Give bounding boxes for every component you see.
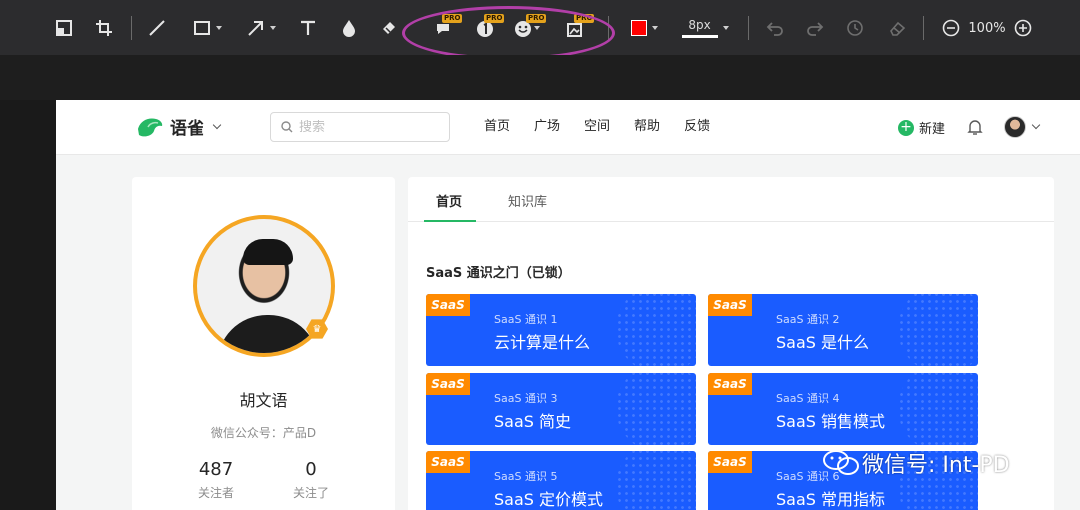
followers-stat[interactable]: 487 关注者 — [176, 459, 256, 501]
pro-tools-highlight-annotation — [402, 6, 615, 60]
chevron-down-icon — [651, 26, 658, 30]
search-box[interactable] — [270, 112, 450, 142]
wechat-icon — [823, 450, 859, 475]
profile-card: ♛ 胡文语 微信公众号：产品D 487 关注者 0 关注了 — [132, 177, 395, 510]
blur-drop-icon[interactable] — [338, 12, 360, 44]
redo-icon[interactable] — [804, 12, 826, 44]
nav-home[interactable]: 首页 — [484, 118, 510, 136]
new-button-label: 新建 — [919, 122, 946, 137]
chevron-down-icon[interactable] — [212, 120, 222, 129]
course-subtitle: SaaS 通识 2 — [776, 313, 840, 326]
zoom-in-icon[interactable] — [1014, 19, 1032, 37]
avatar-hair — [243, 239, 293, 265]
select-area-icon[interactable] — [52, 12, 76, 44]
section-title: SaaS 通识之门（已锁） — [426, 266, 571, 281]
following-stat[interactable]: 0 关注了 — [271, 459, 351, 501]
course-subtitle: SaaS 通识 4 — [776, 392, 840, 405]
search-icon — [281, 121, 293, 133]
text-tool-icon[interactable] — [297, 12, 319, 44]
crop-icon[interactable] — [92, 12, 116, 44]
course-card[interactable]: SaaS SaaS 通识 5 SaaS 定价模式 — [426, 451, 696, 510]
pen-size-preview — [681, 35, 718, 38]
undo-icon[interactable] — [764, 12, 786, 44]
notification-bell-icon[interactable] — [967, 118, 983, 140]
active-tab-indicator — [424, 220, 476, 222]
zoom-out-icon[interactable] — [942, 19, 960, 37]
course-card[interactable]: SaaS SaaS 通识 2 SaaS 是什么 — [708, 294, 978, 366]
highlighter-icon[interactable] — [378, 12, 400, 44]
course-title: SaaS 销售模式 — [776, 412, 886, 431]
user-avatar[interactable] — [1004, 116, 1026, 138]
nav-plaza[interactable]: 广场 — [534, 118, 560, 136]
main-nav: 首页 广场 空间 帮助 反馈 — [484, 118, 734, 136]
search-input[interactable] — [299, 119, 429, 135]
chevron-down-icon — [215, 26, 222, 30]
course-title: 云计算是什么 — [494, 333, 591, 352]
course-subtitle: SaaS 通识 5 — [494, 470, 558, 483]
followers-label: 关注者 — [197, 486, 234, 500]
nav-help[interactable]: 帮助 — [634, 118, 660, 136]
course-card[interactable]: SaaS SaaS 通识 4 SaaS 销售模式 — [708, 373, 978, 445]
following-count: 0 — [305, 459, 317, 480]
course-card[interactable]: SaaS SaaS 通识 1 云计算是什么 — [426, 294, 696, 366]
zoom-level: 100% — [968, 20, 1006, 36]
color-swatch — [630, 20, 647, 36]
color-picker[interactable] — [626, 12, 662, 44]
chevron-down-icon — [722, 26, 729, 30]
following-label: 关注了 — [292, 486, 329, 500]
saas-badge: SaaS — [426, 294, 470, 316]
followers-count: 487 — [198, 459, 234, 480]
new-button[interactable]: + 新建 — [898, 118, 945, 137]
course-subtitle: SaaS 通识 3 — [494, 392, 558, 405]
toolbar-divider — [131, 16, 132, 40]
avatar-shirt — [217, 315, 319, 353]
toolbar-divider — [923, 16, 924, 40]
nav-space[interactable]: 空间 — [584, 118, 610, 136]
saas-badge: SaaS — [426, 451, 470, 473]
canvas-background — [0, 55, 1080, 100]
arrow-tool-icon[interactable] — [242, 12, 280, 44]
zoom-control: 100% — [938, 12, 1036, 44]
saas-badge: SaaS — [426, 373, 470, 395]
watermark-text: 微信号: Int-PD — [862, 453, 1010, 478]
course-card[interactable]: SaaS SaaS 通识 3 SaaS 简史 — [426, 373, 696, 445]
pen-size-value: 8px — [688, 18, 711, 32]
course-title: SaaS 定价模式 — [494, 490, 604, 509]
course-title: SaaS 常用指标 — [776, 490, 886, 509]
yuque-bird-icon — [138, 117, 163, 136]
profile-name: 胡文语 — [239, 391, 288, 410]
toolbar-divider — [748, 16, 749, 40]
line-tool-icon[interactable] — [146, 12, 168, 44]
chevron-down-icon — [269, 26, 276, 30]
saas-badge: SaaS — [708, 373, 752, 395]
rectangle-tool-icon[interactable] — [188, 12, 226, 44]
saas-badge: SaaS — [708, 451, 752, 473]
course-subtitle: SaaS 通识 1 — [494, 313, 558, 326]
plus-icon: + — [898, 119, 914, 136]
logo-text: 语雀 — [170, 119, 204, 139]
tab-bar: 首页 知识库 — [408, 177, 1054, 222]
top-nav: 语雀 首页 广场 空间 帮助 反馈 + 新建 — [56, 100, 1080, 155]
nav-feedback[interactable]: 反馈 — [684, 118, 710, 136]
wechat-watermark: 微信号: Int-PD — [822, 447, 1010, 479]
profile-subtitle: 微信公众号：产品D — [210, 426, 317, 440]
annotation-toolbar: PRO PRO PRO PRO 8px 100% — [0, 0, 1080, 60]
pen-size-picker[interactable]: 8px — [680, 12, 730, 44]
tab-knowledge-base[interactable]: 知识库 — [508, 191, 547, 210]
chevron-down-icon[interactable] — [1031, 120, 1041, 130]
auto-icon[interactable] — [844, 12, 866, 44]
saas-badge: SaaS — [708, 294, 752, 316]
logo[interactable]: 语雀 — [136, 114, 222, 139]
course-title: SaaS 简史 — [494, 412, 572, 431]
eraser-icon[interactable] — [886, 12, 908, 44]
course-title: SaaS 是什么 — [776, 333, 870, 352]
tab-home[interactable]: 首页 — [436, 191, 462, 210]
